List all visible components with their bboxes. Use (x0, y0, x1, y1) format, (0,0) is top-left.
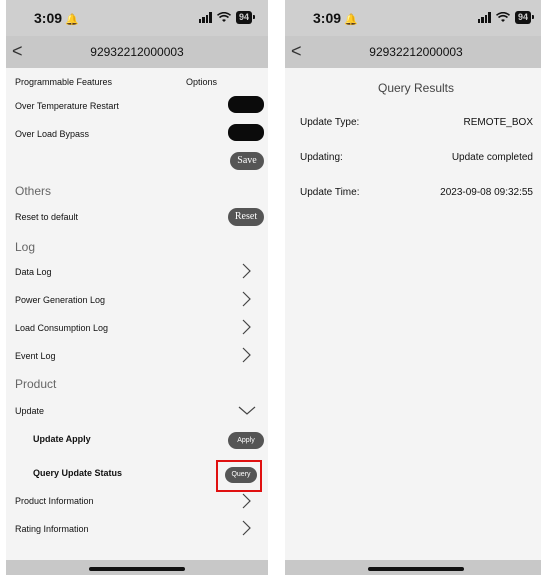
bell-icon: 🔔 (65, 14, 79, 26)
result-value: REMOTE_BOX (463, 117, 533, 128)
chevron-right-icon[interactable] (238, 493, 254, 509)
chevron-right-icon[interactable] (238, 347, 254, 363)
nav-bar: < 92932212000003 (6, 36, 268, 68)
signal-icon (198, 12, 212, 23)
log-item-label: Event Log (15, 351, 56, 361)
product-section-title: Product (15, 377, 57, 391)
reset-button[interactable]: Reset (228, 208, 264, 226)
over-load-bypass-toggle[interactable] (228, 124, 264, 141)
settings-content: Programmable Features Options Over Tempe… (6, 68, 268, 560)
query-results-screen: 3:09 🔔 94 < 92932212000003 Query Results … (285, 0, 541, 575)
query-update-status-label: Query Update Status (33, 468, 123, 478)
nav-bar: < 92932212000003 (285, 36, 541, 68)
apply-button[interactable]: Apply (228, 432, 264, 449)
wifi-icon (216, 12, 231, 22)
home-indicator[interactable] (368, 567, 464, 571)
result-key: Update Time: (300, 187, 360, 198)
options-header-label: Options (186, 77, 218, 87)
feature-label: Over Load Bypass (15, 129, 90, 139)
chevron-right-icon[interactable] (238, 520, 254, 536)
query-results-title: Query Results (377, 81, 455, 95)
battery-icon: 94 (514, 11, 535, 24)
reset-row-label: Reset to default (15, 212, 79, 222)
result-key: Update Type: (300, 117, 360, 128)
battery-icon: 94 (235, 11, 256, 24)
log-section-title: Log (15, 240, 36, 254)
update-label: Update (15, 406, 45, 416)
bell-icon: 🔔 (344, 14, 358, 26)
home-indicator-bar (6, 560, 268, 575)
result-value: Update completed (451, 152, 533, 163)
status-time: 3:09 (34, 10, 63, 26)
feature-label: Over Temperature Restart (15, 101, 119, 111)
status-bar: 3:09 🔔 94 (6, 0, 268, 36)
settings-screen: 3:09 🔔 94 < 92932212000003 Programmable F… (6, 0, 268, 575)
status-bar: 3:09 🔔 94 (285, 0, 541, 36)
result-value: 2023-09-08 09:32:55 (440, 187, 533, 198)
features-header-label: Programmable Features (15, 77, 113, 87)
log-item-label: Data Log (15, 267, 52, 277)
home-indicator[interactable] (89, 567, 185, 571)
query-results-content: Query Results Update Type: REMOTE_BOX Up… (285, 68, 541, 560)
wifi-icon (495, 12, 510, 22)
chevron-right-icon[interactable] (238, 263, 254, 279)
update-apply-label: Update Apply (33, 434, 91, 444)
others-section-title: Others (15, 184, 52, 198)
product-information-label: Product Information (15, 496, 94, 506)
query-button[interactable]: Query (225, 467, 257, 483)
chevron-down-icon[interactable] (238, 402, 256, 418)
log-item-label: Power Generation Log (15, 295, 106, 305)
device-serial-title: 92932212000003 (90, 45, 184, 59)
result-key: Updating: (300, 152, 343, 163)
over-temperature-toggle[interactable] (228, 96, 264, 113)
home-indicator-bar (285, 560, 541, 575)
signal-icon (477, 12, 491, 23)
log-item-label: Load Consumption Log (15, 323, 109, 333)
rating-information-label: Rating Information (15, 524, 89, 534)
device-serial-title: 92932212000003 (369, 45, 463, 59)
save-button[interactable]: Save (230, 152, 264, 170)
chevron-right-icon[interactable] (238, 291, 254, 307)
chevron-right-icon[interactable] (238, 319, 254, 335)
status-time: 3:09 (313, 10, 342, 26)
